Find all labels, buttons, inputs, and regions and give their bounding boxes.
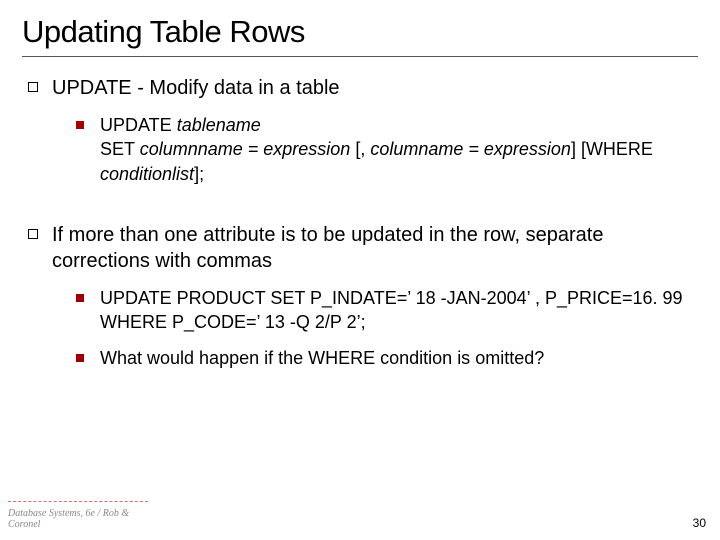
code-italic: columname = expression <box>370 139 571 159</box>
code-fragment: SET <box>100 139 140 159</box>
code-fragment: ]; <box>194 164 204 184</box>
bullet-text: What would happen if the WHERE condition… <box>100 346 544 370</box>
code-italic: tablename <box>177 115 261 135</box>
footer-source: Database Systems, 6e / Rob & Coronel <box>8 501 148 530</box>
bullet-lvl2: What would happen if the WHERE condition… <box>76 346 698 370</box>
code-italic: columnname = expression <box>140 139 356 159</box>
square-bullet-icon <box>28 82 38 92</box>
code-fragment: ] [WHERE <box>571 139 653 159</box>
square-bullet-icon <box>28 229 38 239</box>
page-number: 30 <box>693 516 706 530</box>
bullet-text: UPDATE - Modify data in a table <box>52 75 340 101</box>
bullet-text: If more than one attribute is to be upda… <box>52 222 698 274</box>
slide: Updating Table Rows UPDATE - Modify data… <box>0 0 720 540</box>
code-fragment: UPDATE <box>100 115 177 135</box>
slide-title: Updating Table Rows <box>22 14 698 57</box>
code-italic: conditionlist <box>100 164 194 184</box>
bullet-lvl2: UPDATE tablename SET columnname = expres… <box>76 113 698 186</box>
small-square-icon <box>76 121 84 129</box>
bullet-text: UPDATE tablename SET columnname = expres… <box>100 113 698 186</box>
small-square-icon <box>76 354 84 362</box>
code-fragment: [, <box>355 139 370 159</box>
bullet-lvl2: UPDATE PRODUCT SET P_INDATE=’ 18 -JAN-20… <box>76 286 698 335</box>
bullet-lvl1: UPDATE - Modify data in a table <box>28 75 698 101</box>
small-square-icon <box>76 294 84 302</box>
bullet-text: UPDATE PRODUCT SET P_INDATE=’ 18 -JAN-20… <box>100 286 698 335</box>
bullet-lvl1: If more than one attribute is to be upda… <box>28 222 698 274</box>
